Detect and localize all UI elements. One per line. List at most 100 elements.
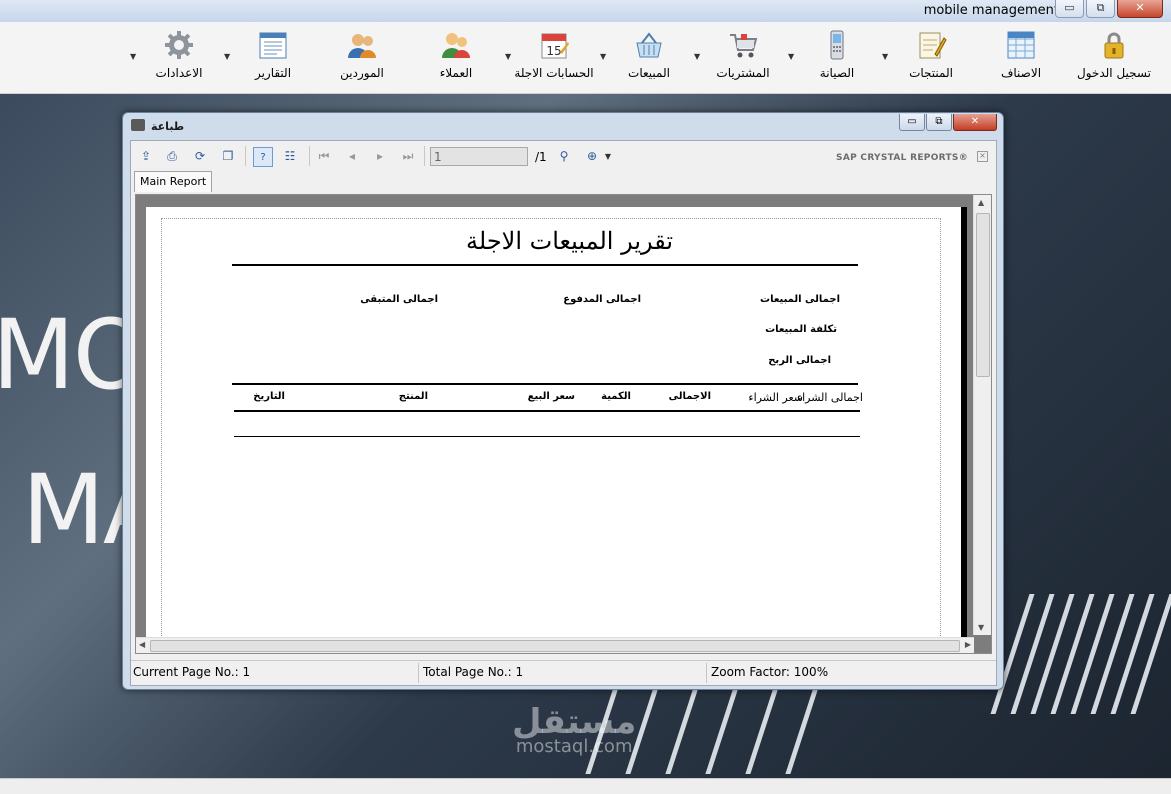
app-title: mobile management	[923, 3, 1059, 18]
print-dialog: طباعة ▭ ⧉ ✕ ⇪ ⎙ ⟳ ❐ ? ☷ ⏮ ◂ ▸ ⏭ 1 /1 ⚲ ⊕…	[122, 112, 1004, 690]
close-icon[interactable]: ×	[977, 151, 988, 162]
report-canvas: تقرير المبيعات الاجلة اجمالى المبيعات اج…	[135, 194, 992, 654]
horizontal-scrollbar[interactable]: ◀ ▶	[136, 637, 974, 653]
viewer-toolbar: ⇪ ⎙ ⟳ ❐ ? ☷ ⏮ ◂ ▸ ⏭ 1 /1 ⚲ ⊕ ▼ SAP CRYST…	[131, 141, 996, 171]
menu-settings[interactable]: الاعدادات	[139, 28, 219, 88]
menu-reports-label: التقارير	[254, 66, 292, 80]
copy-icon[interactable]: ❐	[219, 147, 237, 165]
maximize-button[interactable]: ⧉	[1086, 0, 1115, 18]
label-total-paid: اجمالى المدفوع	[563, 294, 641, 305]
status-separator	[706, 663, 707, 683]
page-total: /1	[535, 150, 547, 164]
menu-login-label: تسجيل الدخول	[1077, 66, 1151, 80]
lock-icon	[1104, 32, 1124, 59]
sap-crystal-logo: SAP CRYSTAL REPORTS®	[836, 153, 968, 163]
toolbar-separator	[424, 146, 425, 166]
toolbar-separator	[309, 146, 310, 166]
menu-categories[interactable]: الاصناف	[981, 28, 1061, 88]
menu-purchases[interactable]: المشتريات	[703, 28, 783, 88]
dialog-controls: ▭ ⧉ ✕	[899, 114, 997, 131]
chevron-down-icon[interactable]: ▼	[130, 52, 136, 61]
notepad-icon	[919, 32, 947, 59]
help-icon[interactable]: ?	[253, 147, 273, 167]
first-page-icon[interactable]: ⏮	[315, 147, 333, 165]
next-page-icon[interactable]: ▸	[371, 147, 389, 165]
scroll-right-icon[interactable]: ▶	[965, 640, 971, 649]
vertical-scroll-thumb[interactable]	[976, 213, 990, 377]
scroll-down-icon[interactable]: ▼	[978, 623, 984, 632]
report-title: تقرير المبيعات الاجلة	[466, 227, 674, 255]
chevron-down-icon[interactable]: ▼	[505, 52, 511, 61]
column-purchase-price: سعر الشراء	[748, 391, 803, 404]
horizontal-scroll-thumb[interactable]	[150, 640, 960, 652]
watermark: مستقل mostaql.com	[512, 702, 636, 757]
customers-icon	[442, 33, 470, 58]
chevron-down-icon[interactable]: ▼	[599, 147, 617, 165]
menu-products[interactable]: المنتجات	[891, 28, 971, 88]
menu-customers-label: العملاء	[439, 66, 473, 80]
background-stripe	[1030, 594, 1075, 714]
refresh-icon[interactable]: ⟳	[191, 147, 209, 165]
chevron-down-icon[interactable]: ▼	[882, 52, 888, 61]
minimize-button[interactable]: ▭	[1055, 0, 1084, 18]
status-separator	[418, 663, 419, 683]
menu-suppliers[interactable]: الموردين	[322, 28, 402, 88]
background-stripe	[1010, 594, 1055, 714]
grid-icon	[1007, 31, 1035, 59]
main-title-bar: mobile management ▭ ⧉ ✕	[0, 0, 1171, 23]
vertical-scrollbar[interactable]: ▲ ▼	[973, 195, 991, 635]
page-shadow	[961, 207, 967, 653]
menu-suppliers-label: الموردين	[340, 66, 384, 80]
chevron-down-icon[interactable]: ▼	[600, 52, 606, 61]
mobile-phone-icon	[830, 30, 844, 60]
column-quantity: الكمية	[601, 391, 631, 402]
menu-login[interactable]: تسجيل الدخول	[1074, 28, 1154, 88]
column-sale-price: سعر البيع	[527, 391, 575, 402]
chevron-down-icon[interactable]: ▼	[788, 52, 794, 61]
bottom-bar	[0, 778, 1171, 794]
previous-page-icon[interactable]: ◂	[343, 147, 361, 165]
status-current-page: Current Page No.: 1	[133, 665, 251, 679]
export-icon[interactable]: ⇪	[137, 147, 155, 165]
dialog-maximize-button[interactable]: ⧉	[926, 114, 952, 131]
background-stripe	[1070, 594, 1115, 714]
close-button[interactable]: ✕	[1117, 0, 1163, 18]
scroll-left-icon[interactable]: ◀	[139, 640, 145, 649]
label-total-sales: اجمالى المبيعات	[760, 294, 840, 305]
menu-sales-label: المبيعات	[628, 66, 670, 80]
chevron-down-icon[interactable]: ▼	[694, 52, 700, 61]
calendar-icon: 15	[541, 33, 569, 59]
dialog-minimize-button[interactable]: ▭	[899, 114, 925, 131]
last-page-icon[interactable]: ⏭	[399, 147, 417, 165]
gear-icon	[165, 31, 193, 59]
background-stripe	[1090, 594, 1135, 714]
viewer-status-bar: Current Page No.: 1 Total Page No.: 1 Zo…	[131, 660, 996, 685]
menu-customers[interactable]: العملاء	[416, 28, 496, 88]
column-date: التاريخ	[253, 391, 285, 402]
label-sales-cost: تكلفة المبيعات	[765, 324, 837, 335]
window-controls: ▭ ⧉ ✕	[1055, 0, 1163, 18]
background-stripe	[665, 684, 700, 774]
group-tree-icon[interactable]: ☷	[281, 147, 299, 165]
scroll-up-icon[interactable]: ▲	[978, 198, 984, 207]
menu-sales[interactable]: المبيعات	[609, 28, 689, 88]
detail-line	[234, 436, 860, 437]
page-number-input[interactable]: 1	[430, 147, 528, 166]
dialog-close-button[interactable]: ✕	[953, 114, 997, 131]
menu-maintenance[interactable]: الصيانة	[797, 28, 877, 88]
menu-reports[interactable]: التقارير	[233, 28, 313, 88]
basket-icon	[636, 32, 662, 58]
header-bottom-line	[234, 410, 860, 412]
shopping-cart-icon	[730, 34, 758, 58]
menu-deferred-accounts[interactable]: 15 الحسابات الاجلة	[514, 28, 594, 88]
chevron-down-icon[interactable]: ▼	[224, 52, 230, 61]
menu-deferred-accounts-label: الحسابات الاجلة	[514, 66, 594, 80]
print-icon[interactable]: ⎙	[163, 147, 181, 165]
dialog-title-bar: طباعة ▭ ⧉ ✕	[123, 113, 1003, 139]
find-icon[interactable]: ⚲	[555, 147, 573, 165]
background-stripe	[745, 684, 780, 774]
header-top-line	[232, 383, 858, 385]
tab-main-report[interactable]: Main Report	[134, 171, 213, 192]
background-stripe	[705, 684, 740, 774]
menu-categories-label: الاصناف	[1000, 66, 1042, 80]
